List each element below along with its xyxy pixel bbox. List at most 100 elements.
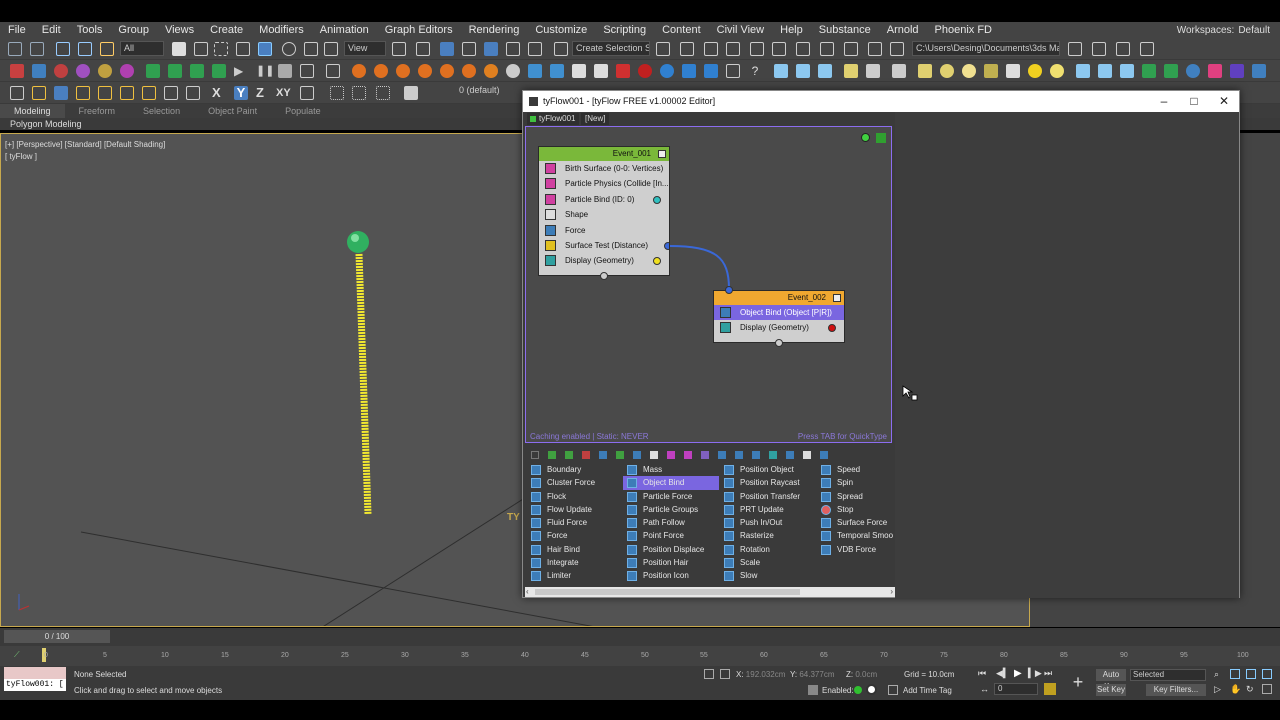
filter-icon-16[interactable] xyxy=(786,451,794,459)
operator-display[interactable]: Display (Geometry) xyxy=(714,320,844,335)
light-icon-4[interactable] xyxy=(918,64,932,78)
menu-file[interactable]: File xyxy=(0,24,34,36)
menu-group[interactable]: Group xyxy=(110,24,157,36)
constrain-y-icon[interactable]: Y xyxy=(234,86,248,100)
select-object-icon[interactable] xyxy=(172,42,186,56)
axis-tool-icon-4[interactable] xyxy=(76,86,90,100)
ribbon-tab-populate[interactable]: Populate xyxy=(271,106,335,116)
keyboard-shortcut-toggle-icon[interactable] xyxy=(440,42,454,56)
event-001-header[interactable]: Event_001 xyxy=(539,147,669,161)
ribbon-tab-freeform[interactable]: Freeform xyxy=(65,106,130,116)
track-bar[interactable]: ⟋ 0 5 10 15 20 25 30 35 40 45 50 55 60 6… xyxy=(0,646,1280,666)
palette-item[interactable]: Surface Force xyxy=(817,516,893,529)
render-production-icon[interactable] xyxy=(890,42,904,56)
axis-tool-icon-2[interactable] xyxy=(32,86,46,100)
palette-item[interactable]: Position Hair xyxy=(623,556,719,569)
menu-substance[interactable]: Substance xyxy=(811,24,879,36)
current-frame-field[interactable]: 0 xyxy=(994,683,1038,695)
event-002[interactable]: Event_002 Object Bind (Object [P|R]) Dis… xyxy=(713,286,845,347)
plugin-tool-icon-23[interactable] xyxy=(1230,64,1244,78)
maximize-icon[interactable]: □ xyxy=(1179,93,1209,110)
operator-shape[interactable]: Shape xyxy=(539,207,669,222)
operator-birth-surface[interactable]: Birth Surface (0-0: Vertices) xyxy=(539,161,669,176)
operator-object-bind[interactable]: Object Bind (Object [P|R]) xyxy=(714,305,844,321)
plugin-tool-icon-3[interactable] xyxy=(54,64,68,78)
palette-item[interactable]: Position Raycast xyxy=(720,476,816,489)
toggle-scene-explorer-icon[interactable] xyxy=(704,42,718,56)
selection-filter-dropdown[interactable]: All xyxy=(120,41,164,56)
add-time-tag-icon[interactable] xyxy=(888,685,898,695)
phoenix-tool-icon-4[interactable] xyxy=(616,64,630,78)
menu-content[interactable]: Content xyxy=(654,24,709,36)
rect-selection-icon[interactable] xyxy=(214,42,228,56)
phoenix-tool-icon-6[interactable] xyxy=(660,64,674,78)
menu-rendering[interactable]: Rendering xyxy=(461,24,528,36)
open-folder-icon[interactable] xyxy=(1068,42,1082,56)
water-icon-1[interactable] xyxy=(528,64,542,78)
edit-named-selection-icon[interactable] xyxy=(554,42,568,56)
x-value[interactable]: 192.032cm xyxy=(746,670,786,679)
plugin-tool-icon-19[interactable] xyxy=(1142,64,1156,78)
select-by-name-icon[interactable] xyxy=(194,42,208,56)
plugin-tool-icon-24[interactable] xyxy=(1252,64,1266,78)
light-icon-6[interactable] xyxy=(962,64,976,78)
field-of-view-icon[interactable]: ▷ xyxy=(1214,684,1221,695)
go-to-end-icon[interactable]: ⏭ xyxy=(1044,668,1052,679)
plugin-tool-icon-15[interactable] xyxy=(818,64,832,78)
filter-icon-4[interactable] xyxy=(582,451,590,459)
filter-icon-13[interactable] xyxy=(735,451,743,459)
light-icon-3[interactable] xyxy=(892,64,906,78)
angle-snap-icon[interactable] xyxy=(484,42,498,56)
operator-display[interactable]: Display (Geometry) xyxy=(539,253,669,268)
palette-item[interactable]: Force xyxy=(527,529,623,542)
tab-new[interactable]: [New] xyxy=(581,113,610,125)
window-crossing-icon[interactable] xyxy=(236,42,250,56)
snaps-toggle-icon[interactable] xyxy=(462,42,476,56)
light-icon-7[interactable] xyxy=(984,64,998,78)
y-value[interactable]: 64.377cm xyxy=(799,670,834,679)
select-manipulate-icon[interactable] xyxy=(416,42,430,56)
constrain-x-icon[interactable]: X xyxy=(212,86,226,100)
key-selection-dropdown[interactable]: Selected xyxy=(1130,669,1206,681)
key-mode-icon[interactable]: ↔ xyxy=(980,684,989,694)
zoom-icon[interactable]: ⌕ xyxy=(1214,669,1219,680)
plugin-tool-icon-22[interactable] xyxy=(1208,64,1222,78)
filter-icon-10[interactable] xyxy=(684,451,692,459)
reference-coordinate-dropdown[interactable]: View xyxy=(344,41,386,56)
undo-icon[interactable] xyxy=(8,42,22,56)
axis-tool-icon-6[interactable] xyxy=(120,86,134,100)
light-icon-1[interactable] xyxy=(844,64,858,78)
phoenix-tool-icon-9[interactable] xyxy=(726,64,740,78)
palette-item[interactable]: Position Object xyxy=(720,463,816,476)
operator-force[interactable]: Force xyxy=(539,223,669,238)
tab-tyflow001[interactable]: tyFlow001 xyxy=(527,113,580,125)
link-icon[interactable] xyxy=(56,42,70,56)
menu-help[interactable]: Help xyxy=(772,24,811,36)
go-to-start-icon[interactable]: ⏮ xyxy=(978,668,986,679)
isolate-icon[interactable] xyxy=(808,685,818,695)
palette-horizontal-scrollbar[interactable]: ‹ › xyxy=(525,587,895,597)
event-001[interactable]: Event_001 Birth Surface (0-0: Vertices) … xyxy=(538,146,670,280)
phoenix-tool-icon-2[interactable] xyxy=(572,64,586,78)
time-configuration-icon[interactable] xyxy=(1044,683,1056,695)
phoenix-tool-icon-3[interactable] xyxy=(594,64,608,78)
palette-item[interactable]: Fluid Force xyxy=(527,516,623,529)
palette-item[interactable]: Spin xyxy=(817,476,893,489)
ribbon-tab-modeling[interactable]: Modeling xyxy=(0,104,65,118)
palette-item[interactable]: Boundary xyxy=(527,463,623,476)
play-icon[interactable]: ▶ xyxy=(234,64,248,78)
toggle-layer-explorer-icon[interactable] xyxy=(726,42,740,56)
filter-icon-3[interactable] xyxy=(565,451,573,459)
lock-icon[interactable] xyxy=(658,150,666,158)
scroll-left-icon[interactable]: ‹ xyxy=(526,587,529,597)
palette-item[interactable]: Point Force xyxy=(623,529,719,542)
palette-item[interactable]: VDB Force xyxy=(817,543,893,556)
sun-icon[interactable] xyxy=(1028,64,1042,78)
palette-item[interactable]: Rasterize xyxy=(720,529,816,542)
bind-output-port[interactable] xyxy=(653,195,661,204)
menu-create[interactable]: Create xyxy=(202,24,251,36)
ribbon-tab-object-paint[interactable]: Object Paint xyxy=(194,106,271,116)
palette-item[interactable]: Path Follow xyxy=(623,516,719,529)
light-icon-2[interactable] xyxy=(866,64,880,78)
plugin-tool-icon-14[interactable] xyxy=(796,64,810,78)
